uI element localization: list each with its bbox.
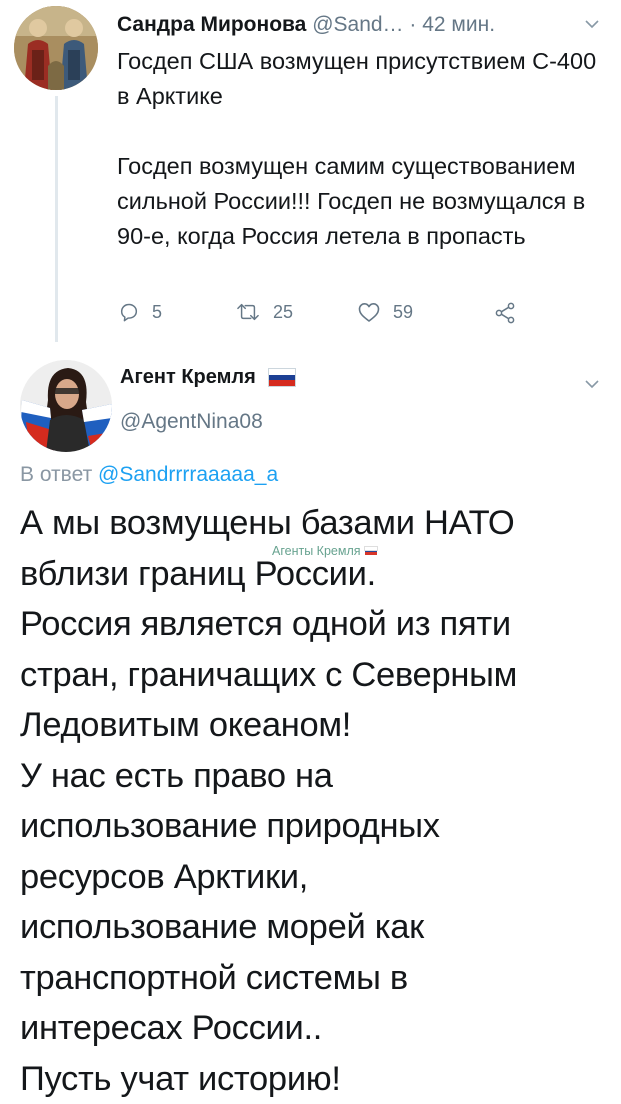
chevron-down-icon[interactable] (584, 378, 600, 390)
share-icon (493, 301, 517, 325)
tweet-header: Агент Кремля (120, 366, 296, 389)
tweet-line: транспортной системы в (20, 953, 610, 1004)
reply-button[interactable]: 5 (118, 301, 162, 323)
icon-woman-with-flag-avatar-image (20, 360, 112, 452)
tweet-text: Госдеп США возмущен присутствием С-400 в… (117, 44, 597, 254)
reply-prefix: В ответ (20, 463, 92, 486)
author-name[interactable]: Сандра Миронова (117, 13, 306, 36)
tweet-text: А мы возмущены базами НАТО вблизи границ… (20, 498, 610, 1104)
reply-count: 5 (152, 302, 162, 323)
retweet-count: 25 (273, 302, 293, 323)
author-handle[interactable]: @AgentNina08 (120, 410, 263, 434)
tweet-line: Россия является одной из пяти (20, 599, 610, 650)
retweet-button[interactable]: 25 (235, 301, 293, 323)
like-button[interactable]: 59 (357, 301, 413, 323)
tweet-header: Сандра Миронова @Sand… · 42 мин. (117, 10, 495, 40)
tweet-paragraph: Госдеп возмущен самим существованием сил… (117, 149, 597, 254)
tweet-line: использование природных (20, 801, 610, 852)
tweet-line: Пусть учат историю! (20, 1054, 610, 1104)
tweet-paragraph: Госдеп США возмущен присутствием С-400 в… (117, 44, 597, 114)
tweet-line: интересах России.. (20, 1003, 610, 1054)
retweet-icon (235, 301, 261, 323)
tweet-line: Ледовитым океаном! (20, 700, 610, 751)
author-name[interactable]: Агент Кремля (120, 366, 256, 389)
tweet-line: ресурсов Арктики, (20, 852, 610, 903)
reply-icon (118, 301, 140, 323)
thread-connector-line (55, 96, 58, 342)
watermark: Агенты Кремля (272, 544, 377, 558)
share-button[interactable] (493, 301, 517, 325)
icon-painting-avatar-image (14, 6, 98, 90)
author-avatar[interactable] (20, 360, 112, 452)
chevron-down-icon[interactable] (584, 18, 600, 30)
tweet-line: стран, граничащих с Северным (20, 650, 610, 701)
heart-icon (357, 301, 381, 323)
russian-flag-icon (268, 368, 296, 387)
tweet-line: А мы возмущены базами НАТО (20, 498, 610, 549)
author-avatar[interactable] (14, 6, 98, 90)
tweet-line: У нас есть право на (20, 751, 610, 802)
author-handle[interactable]: @Sand… (312, 13, 403, 36)
russian-flag-icon (365, 547, 377, 555)
reply-context: В ответ @Sandrrrraaaaa_a (20, 463, 278, 487)
reply-to-handle-link[interactable]: @Sandrrrraaaaa_a (98, 463, 278, 486)
like-count: 59 (393, 302, 413, 323)
tweet-timestamp[interactable]: · 42 мин. (409, 13, 495, 36)
watermark-text: Агенты Кремля (272, 544, 361, 558)
tweet-line: использование морей как (20, 902, 610, 953)
